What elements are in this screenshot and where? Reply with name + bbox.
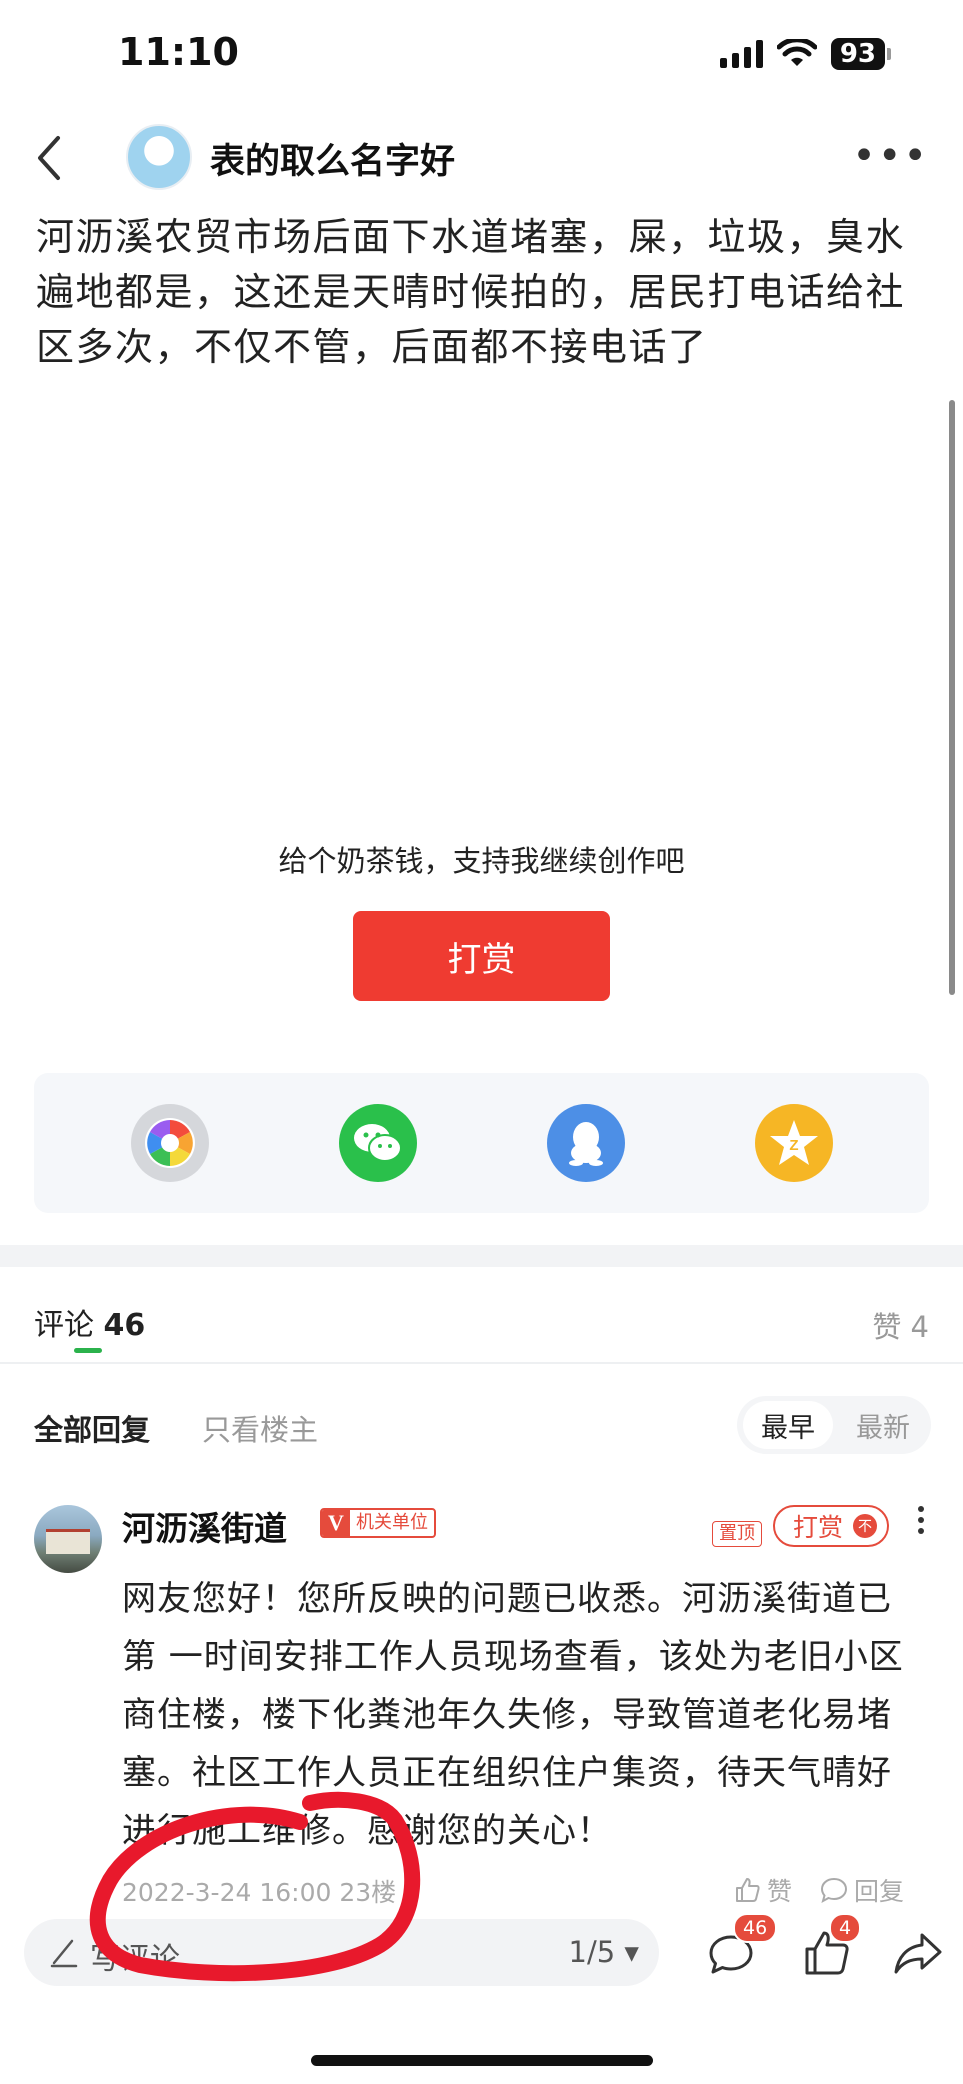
battery-icon: 93	[830, 38, 891, 70]
comment-like-label: 赞	[767, 1877, 793, 1906]
pen-icon	[50, 1939, 78, 1968]
wifi-icon	[776, 39, 817, 66]
write-comment-input[interactable]: 写评论 1/5 ▾	[24, 1919, 659, 1986]
comment-count-badge: 46	[733, 1913, 778, 1943]
qzone-icon[interactable]: Z	[755, 1104, 833, 1182]
more-options-icon[interactable]: •••	[852, 136, 929, 176]
comments-tab-label: 评论	[34, 1308, 94, 1343]
commenter-avatar[interactable]	[34, 1505, 102, 1573]
page-selector[interactable]: 1/5 ▾	[569, 1935, 639, 1969]
cellular-signal-icon	[719, 40, 763, 68]
tab-active-indicator	[74, 1348, 102, 1353]
status-time: 11:10	[118, 30, 239, 74]
page-number: 1/5	[568, 1935, 616, 1969]
comment-like-button[interactable]: 赞	[733, 1872, 792, 1908]
comment-placeholder: 写评论	[90, 1942, 180, 1977]
thumbs-up-icon	[736, 1878, 760, 1902]
comment-meta: 2022-3-24 16:00 23楼	[122, 1878, 397, 1907]
comments-count: 46	[103, 1308, 146, 1343]
filter-only-op[interactable]: 只看楼主	[202, 1407, 318, 1449]
tab-comments[interactable]: 评论 46	[34, 1300, 145, 1344]
comments-button[interactable]: 46	[703, 1913, 778, 1981]
share-panel: Z	[34, 1073, 929, 1213]
tab-likes[interactable]: 赞 4	[872, 1304, 929, 1346]
comment-more-icon[interactable]	[915, 1506, 927, 1546]
post-header: 表的取么名字好 •••	[0, 110, 963, 205]
verified-v: V	[322, 1510, 350, 1536]
coin-icon: 不	[853, 1514, 878, 1538]
author-avatar[interactable]	[126, 124, 192, 190]
back-icon[interactable]	[28, 128, 88, 188]
divider	[0, 1362, 963, 1364]
moments-icon[interactable]	[131, 1104, 209, 1182]
section-divider	[0, 1245, 963, 1267]
like-count-badge: 4	[829, 1913, 862, 1943]
comment-reward-label: 打赏	[793, 1513, 844, 1542]
scrollbar[interactable]	[949, 400, 955, 995]
sort-toggle: 最早 最新	[737, 1396, 931, 1454]
status-indicators: 93	[719, 38, 891, 70]
comment-text: 网友您好！您所反映的问题已收悉。河沥溪街道已第 一时间安排工作人员现场查看，该处…	[122, 1579, 904, 1851]
verified-badge: V 机关单位	[320, 1508, 436, 1538]
pinned-tag: 置顶	[712, 1521, 762, 1547]
comment-reward-button[interactable]: 打赏 不	[773, 1505, 890, 1547]
qq-icon[interactable]	[547, 1104, 625, 1182]
comment-reply-label: 回复	[854, 1877, 905, 1906]
sort-latest[interactable]: 最新	[841, 1401, 925, 1449]
post-body: 河沥溪农贸市场后面下水道堵塞，屎，垃圾，臭水遍地都是，这还是天晴时候拍的，居民打…	[36, 215, 906, 369]
sort-earliest[interactable]: 最早	[743, 1401, 833, 1449]
reply-bubble-icon	[821, 1877, 848, 1904]
battery-level: 93	[830, 38, 885, 70]
verified-label: 机关单位	[356, 1512, 428, 1533]
reward-tip: 给个奶茶钱，支持我继续创作吧	[278, 844, 685, 878]
like-button[interactable]: 4	[799, 1913, 862, 1981]
filter-all-replies[interactable]: 全部回复	[34, 1407, 150, 1449]
share-arrow-icon	[894, 1933, 942, 1974]
comment-actions: 赞 回复	[733, 1872, 904, 1908]
status-bar: 11:10 93	[0, 0, 963, 110]
author-name[interactable]: 表的取么名字好	[210, 133, 455, 184]
bottom-bar: 写评论 1/5 ▾ 46 4	[0, 1905, 963, 2084]
reward-button[interactable]: 打赏	[353, 911, 610, 1001]
share-button[interactable]	[890, 1925, 946, 1981]
comment-reply-button[interactable]: 回复	[820, 1872, 904, 1908]
home-indicator[interactable]	[311, 2055, 653, 2066]
svg-text:Z: Z	[789, 1137, 798, 1154]
commenter-name[interactable]: 河沥溪街道	[122, 1502, 287, 1550]
wechat-icon[interactable]	[339, 1104, 417, 1182]
